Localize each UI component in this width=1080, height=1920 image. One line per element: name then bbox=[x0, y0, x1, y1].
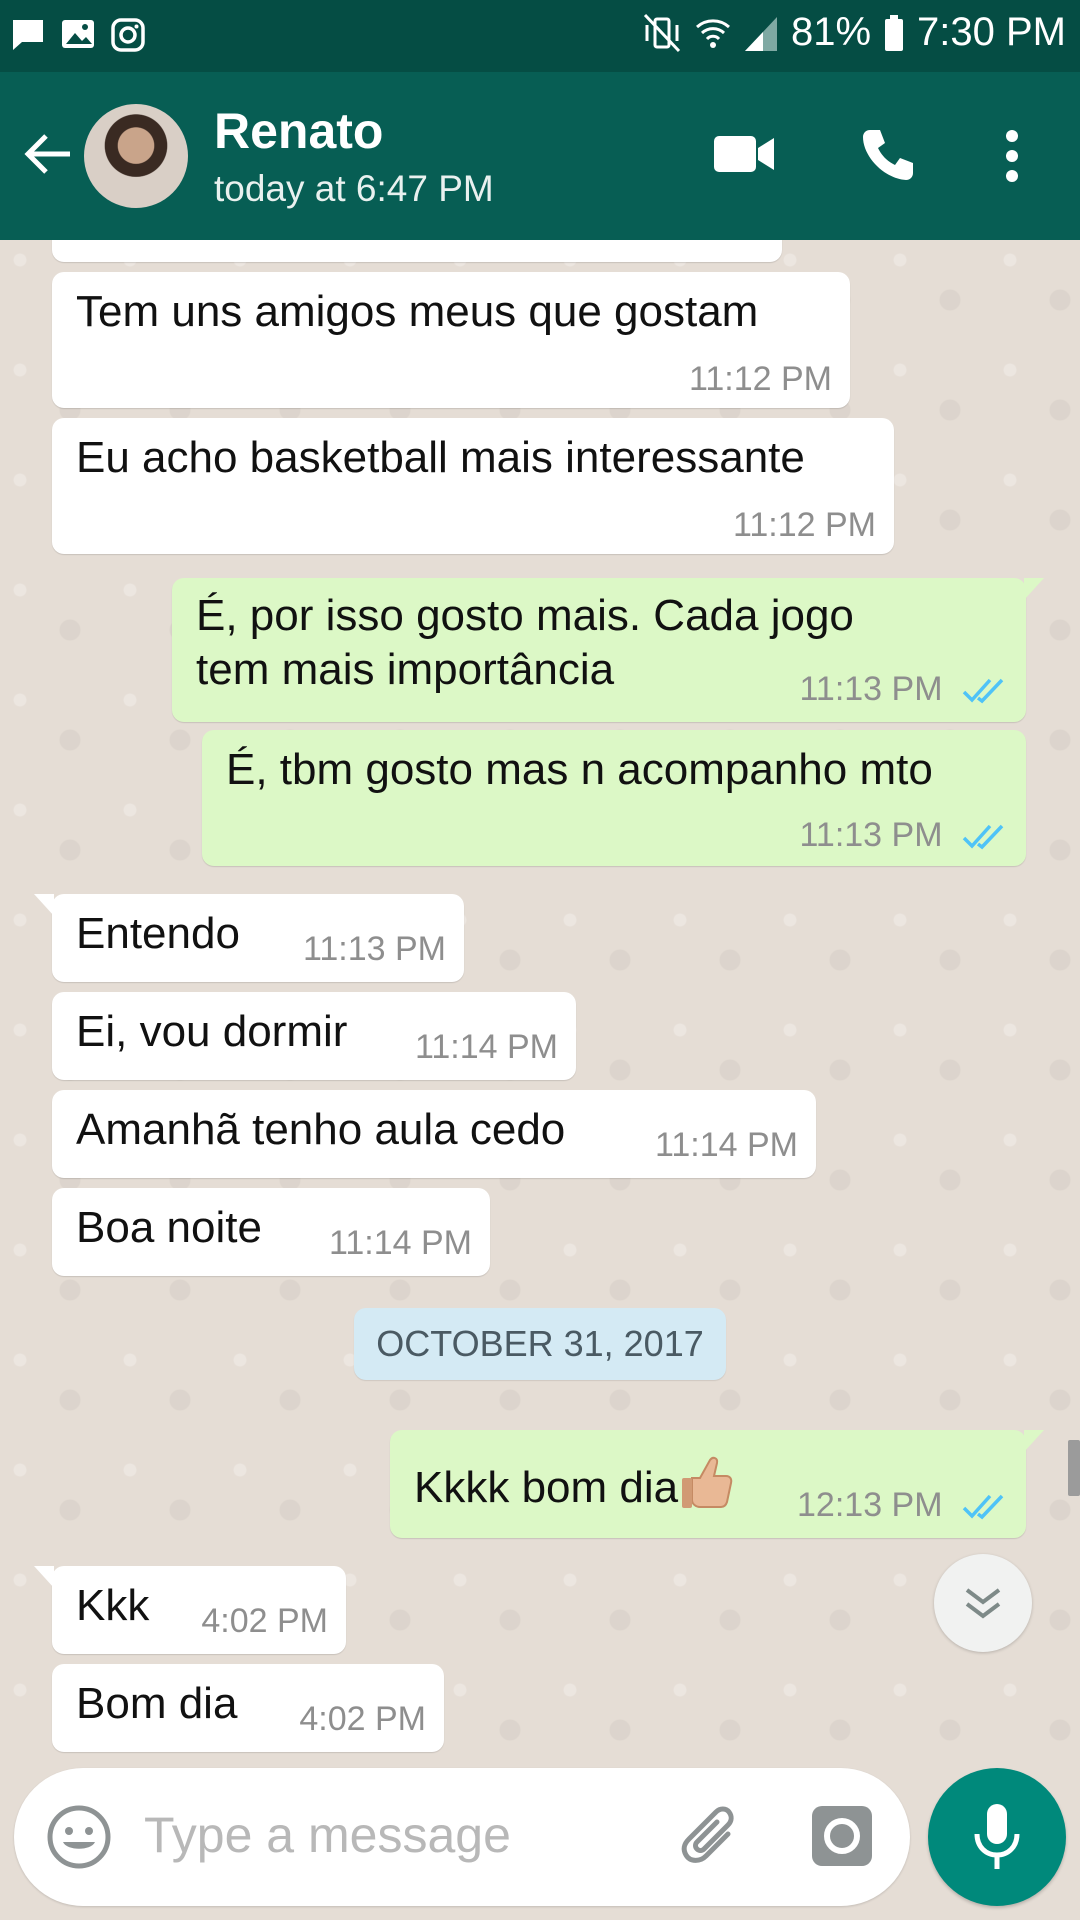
video-call-icon[interactable] bbox=[712, 132, 776, 176]
bubble-tail bbox=[1024, 1430, 1044, 1452]
message-bubble-incoming[interactable]: Eu acho basketball mais interessante 11:… bbox=[52, 418, 894, 554]
voice-record-button[interactable] bbox=[928, 1768, 1066, 1906]
message-time: 11:14 PM bbox=[654, 1126, 798, 1164]
scrollbar-thumb[interactable] bbox=[1068, 1440, 1080, 1496]
message-text: Ei, vou dormir bbox=[76, 1007, 348, 1056]
battery-percentage: 81% bbox=[790, 10, 872, 54]
message-text: Tem uns amigos meus que gostam bbox=[76, 287, 759, 336]
double-check-read-icon bbox=[962, 824, 1004, 850]
attachment-clip-icon[interactable] bbox=[678, 1804, 748, 1874]
bubble-tail bbox=[34, 1566, 54, 1588]
message-bubble-incoming[interactable]: Amanhã tenho aula cedo 11:14 PM bbox=[52, 1090, 816, 1178]
voice-call-icon[interactable] bbox=[858, 126, 916, 184]
camera-icon[interactable] bbox=[810, 1804, 874, 1868]
message-time-with-ticks: 12:13 PM bbox=[797, 1486, 1008, 1525]
scroll-to-bottom-button[interactable] bbox=[934, 1554, 1032, 1652]
message-bubble-incoming[interactable]: Boa noite 11:14 PM bbox=[52, 1188, 490, 1276]
thumbs-up-emoji-icon bbox=[682, 1456, 733, 1508]
signal-icon bbox=[744, 16, 777, 51]
message-time-with-ticks: 11:13 PM bbox=[800, 670, 1008, 709]
message-text: Kkkk bom dia bbox=[414, 1463, 679, 1512]
message-text: Eu acho basketball mais interessante bbox=[76, 433, 805, 482]
message-text: É, tbm gosto mas n acompanho mto bbox=[226, 745, 933, 794]
message-text: Kkk bbox=[76, 1581, 150, 1630]
message-bubble-incoming[interactable]: Ei, vou dormir 11:14 PM bbox=[52, 992, 576, 1080]
message-text: Amanhã tenho aula cedo bbox=[76, 1105, 566, 1154]
wifi-icon bbox=[695, 18, 730, 48]
message-time: 11:13 PM bbox=[302, 930, 446, 968]
message-text-line: tem mais importância bbox=[196, 645, 615, 694]
contact-name[interactable]: Renato bbox=[214, 102, 383, 160]
message-text-with-emoji: Kkkk bom dia bbox=[414, 1452, 734, 1516]
message-time: 4:02 PM bbox=[201, 1602, 328, 1640]
status-bar: 81% 7:30 PM bbox=[0, 0, 1080, 72]
double-check-read-icon bbox=[962, 1494, 1004, 1520]
message-bubble-incoming[interactable]: Bom dia 4:02 PM bbox=[52, 1664, 444, 1752]
message-bubble-incoming[interactable]: Tem uns amigos meus que gostam 11:12 PM bbox=[52, 272, 850, 408]
clock: 7:30 PM bbox=[917, 10, 1066, 54]
message-time: 11:14 PM bbox=[328, 1224, 472, 1262]
battery-icon bbox=[885, 14, 904, 51]
message-time: 11:12 PM bbox=[732, 506, 876, 544]
message-input[interactable]: Type a message bbox=[144, 1806, 511, 1864]
vibrate-mute-icon bbox=[643, 13, 681, 52]
instagram-notification-icon bbox=[111, 18, 145, 52]
message-time: 11:13 PM bbox=[799, 670, 943, 708]
message-notification-icon bbox=[13, 20, 43, 50]
message-composer: Type a message bbox=[14, 1768, 910, 1906]
message-bubble-outgoing[interactable]: Kkkk bom dia 12:13 PM bbox=[390, 1430, 1044, 1538]
more-options-icon[interactable] bbox=[1000, 128, 1024, 184]
message-text: Entendo bbox=[76, 909, 240, 958]
double-check-read-icon bbox=[962, 678, 1004, 704]
last-seen-status: today at 6:47 PM bbox=[214, 168, 494, 209]
message-time-with-ticks: 11:13 PM bbox=[800, 816, 1008, 855]
message-bubble-incoming[interactable] bbox=[52, 240, 782, 262]
chat-area[interactable]: Tem uns amigos meus que gostam 11:12 PM … bbox=[0, 240, 1080, 1768]
message-time: 4:02 PM bbox=[299, 1700, 426, 1738]
double-chevron-down-icon bbox=[965, 1588, 1001, 1619]
message-bubble-outgoing[interactable]: É, por isso gosto mais. Cada jogo tem ma… bbox=[172, 578, 1044, 722]
message-time: 11:14 PM bbox=[414, 1028, 558, 1066]
bubble-tail bbox=[34, 894, 54, 916]
message-bubble-outgoing[interactable]: É, tbm gosto mas n acompanho mto 11:13 P… bbox=[202, 730, 1026, 866]
message-time: 12:13 PM bbox=[797, 1486, 943, 1524]
emoji-icon[interactable] bbox=[46, 1804, 112, 1870]
message-time: 11:12 PM bbox=[688, 360, 832, 398]
chat-header: Renato today at 6:47 PM bbox=[0, 72, 1080, 240]
message-text-line: É, por isso gosto mais. Cada jogo bbox=[196, 591, 854, 640]
message-time: 11:13 PM bbox=[799, 816, 943, 854]
message-text: Boa noite bbox=[76, 1203, 262, 1252]
message-bubble-incoming[interactable]: Kkk 4:02 PM bbox=[34, 1566, 346, 1654]
microphone-icon bbox=[974, 1804, 1020, 1869]
avatar[interactable] bbox=[84, 104, 188, 208]
back-arrow-icon[interactable] bbox=[22, 128, 74, 180]
gallery-notification-icon bbox=[62, 20, 94, 48]
message-text: Bom dia bbox=[76, 1679, 238, 1728]
message-bubble-incoming[interactable]: Entendo 11:13 PM bbox=[34, 894, 464, 982]
date-divider: OCTOBER 31, 2017 bbox=[354, 1308, 726, 1380]
bubble-tail bbox=[1024, 578, 1044, 600]
